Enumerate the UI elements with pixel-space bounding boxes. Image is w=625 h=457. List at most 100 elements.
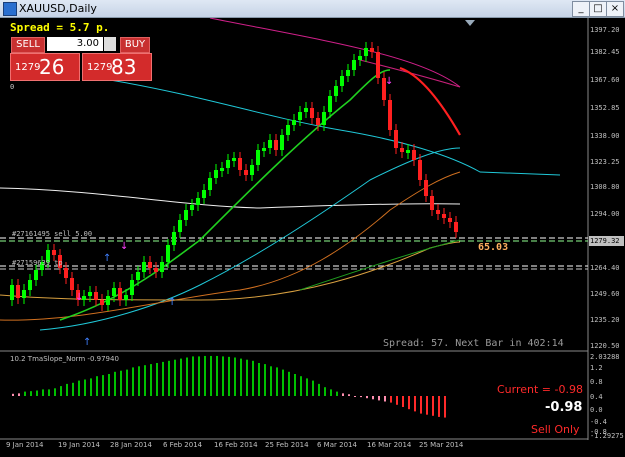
candle-body (394, 130, 398, 148)
price-axis-label: 1382.45 (590, 48, 620, 56)
price-axis-label: 1338.00 (590, 132, 620, 140)
histogram-bar (378, 396, 380, 401)
candle-body (34, 270, 38, 280)
histogram-bar (168, 360, 170, 396)
candle-body (424, 180, 428, 196)
candle-body (334, 86, 338, 96)
indicator-current-label: Current = -0.98 (497, 383, 583, 396)
histogram-bar (192, 356, 194, 396)
sell-order-label: #27161495 sell 5.00 (12, 230, 93, 238)
candle-body (292, 120, 296, 125)
candle-body (442, 214, 446, 218)
indicator-axis-label: 1.2 (590, 364, 603, 372)
buy-button[interactable]: BUY (120, 37, 150, 53)
histogram-bar (264, 364, 266, 396)
histogram-bar (228, 356, 230, 396)
histogram-bar (120, 370, 122, 396)
histogram-bar (432, 396, 434, 416)
histogram-bar (438, 396, 440, 417)
ma-orange-line (0, 171, 461, 321)
candle-body (190, 205, 194, 210)
histogram-bar (108, 374, 110, 396)
histogram-bar (396, 396, 398, 405)
candle-body (88, 292, 92, 296)
candle-body (166, 245, 170, 262)
time-axis-label: 9 Jan 2014 (6, 441, 44, 449)
candle-body (256, 150, 260, 165)
price-axis-label: 1367.60 (590, 76, 620, 84)
ask-quote-button[interactable]: 1279 83 (82, 53, 152, 81)
histogram-bar (444, 396, 446, 418)
histogram-bar (132, 367, 134, 396)
window-title: XAUUSD,Daily (19, 2, 97, 15)
price-axis-label: 1294.00 (590, 210, 620, 218)
histogram-bar (150, 364, 152, 396)
minimize-button[interactable]: _ (572, 1, 590, 17)
histogram-bar (60, 386, 62, 396)
price-axis-label: 1264.40 (590, 264, 620, 272)
candle-body (436, 210, 440, 214)
candle-body (220, 168, 224, 171)
histogram-bar (96, 376, 98, 396)
histogram-bar (258, 363, 260, 396)
histogram-bar (198, 356, 200, 396)
histogram-bar (24, 391, 26, 396)
candle-body (22, 290, 26, 298)
bid-prefix: 1279 (15, 62, 41, 73)
buy-arrow-icon: ↑ (168, 297, 176, 308)
maximize-button[interactable]: □ (589, 1, 607, 17)
status-text: Spread: 57. Next Bar in 402:14 (383, 338, 564, 349)
candle-body (202, 190, 206, 198)
histogram-bar (246, 359, 248, 396)
bid-quote-button[interactable]: 1279 26 (10, 53, 80, 81)
time-axis-label: 19 Jan 2014 (58, 441, 100, 449)
buy-arrow-icon: ↑ (103, 253, 111, 264)
histogram-bar (318, 383, 320, 396)
time-axis-label: 6 Mar 2014 (317, 441, 357, 449)
time-axis-label: 16 Feb 2014 (214, 441, 258, 449)
histogram-bar (42, 389, 44, 396)
histogram-bar (138, 366, 140, 396)
histogram-bar (180, 358, 182, 396)
candle-body (196, 198, 200, 205)
histogram-bar (336, 391, 338, 396)
candle-body (340, 76, 344, 86)
sell-arrow-icon: ↓ (75, 292, 83, 303)
candle-body (130, 280, 134, 295)
histogram-bar (288, 371, 290, 396)
histogram-bar (360, 396, 362, 398)
candle-body (226, 160, 230, 168)
indicator-signal: Sell Only (531, 423, 580, 436)
histogram-bar (174, 359, 176, 396)
price-axis-label: 1352.85 (590, 104, 620, 112)
time-axis-label: 28 Jan 2014 (110, 441, 152, 449)
candle-body (286, 125, 290, 135)
histogram-bar (54, 388, 56, 396)
candle-body (214, 170, 218, 178)
histogram-bar (276, 367, 278, 396)
lots-stepper[interactable] (104, 37, 116, 51)
candle-body (142, 262, 146, 272)
histogram-bar (270, 366, 272, 396)
candle-body (94, 292, 98, 300)
candle-body (70, 278, 74, 290)
lots-input[interactable]: 3.00 (47, 37, 103, 51)
candle-body (310, 108, 314, 118)
candle-body (406, 150, 410, 153)
candle-body (232, 158, 236, 161)
histogram-bar (426, 396, 428, 415)
candle-body (100, 300, 104, 305)
candle-body (352, 60, 356, 70)
candle-body (52, 250, 56, 255)
histogram-bar (186, 357, 188, 396)
indicator-name: 10.2 TmaSlope_Norm -0.97940 (10, 355, 119, 363)
sell-arrow-icon: ↓ (385, 76, 393, 87)
candle-body (454, 222, 458, 232)
histogram-bar (402, 396, 404, 407)
close-button[interactable]: × (606, 1, 624, 17)
sell-button[interactable]: SELL (11, 37, 45, 53)
histogram-bar (354, 396, 356, 397)
pips-label: 65.03 (478, 242, 509, 253)
histogram-bar (312, 380, 314, 396)
histogram-bar (306, 378, 308, 396)
